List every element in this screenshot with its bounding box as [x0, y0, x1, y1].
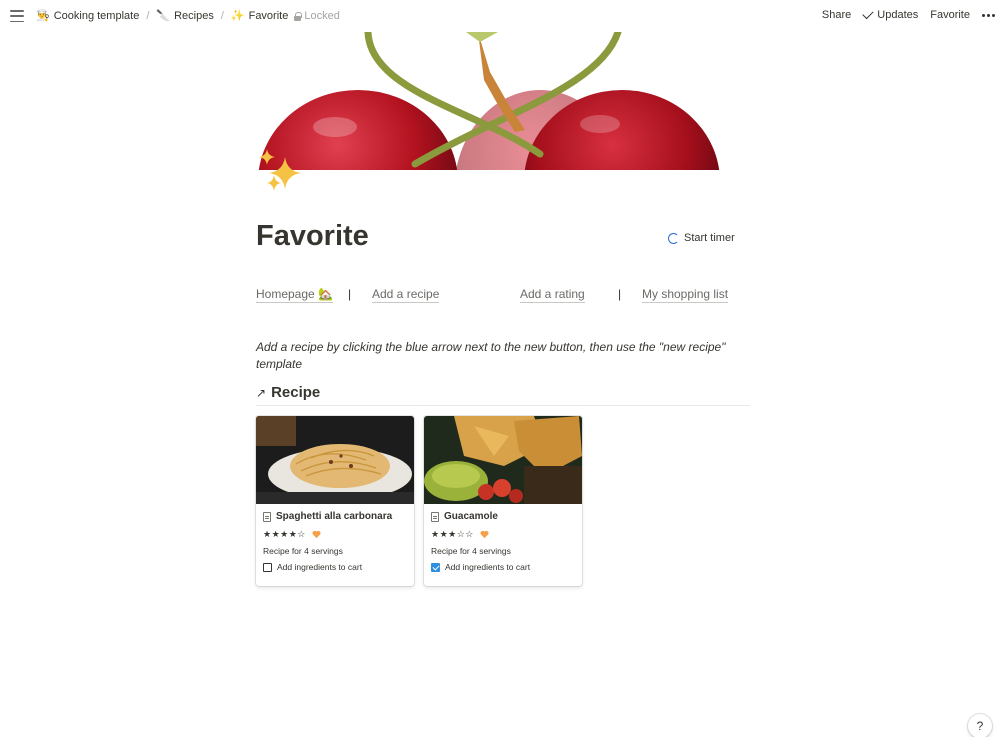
updates-label: Updates: [877, 9, 919, 21]
lock-icon: [294, 11, 303, 21]
cherries-illustration: [258, 32, 720, 170]
carbonara-image: [256, 416, 414, 504]
top-actions: Share Updates Favorite: [822, 7, 995, 21]
favorite-button[interactable]: Favorite: [930, 9, 970, 21]
breadcrumb-cooking-template[interactable]: 👨‍🍳 Cooking template: [36, 9, 140, 23]
guacamole-image: [424, 416, 582, 504]
cover-image: [240, 32, 750, 170]
locked-label: Locked: [304, 9, 340, 22]
heart-icon: [312, 530, 321, 539]
hint-text: Add a recipe by clicking the blue arrow …: [256, 340, 726, 371]
timer-icon: [668, 232, 679, 244]
homepage-link[interactable]: Homepage 🏡: [256, 287, 333, 303]
card-title: Guacamole: [431, 511, 575, 522]
add-to-cart-label: Add ingredients to cart: [277, 562, 363, 572]
recipe-card-guacamole[interactable]: Guacamole ★★★☆☆ Recipe for 4 servings Ad…: [424, 416, 582, 586]
recipe-card-carbonara[interactable]: Spaghetti alla carbonara ★★★★☆ Recipe fo…: [256, 416, 414, 586]
star-rating: ★★★★☆: [263, 529, 306, 539]
heart-icon: [480, 530, 489, 539]
card-title-label: Spaghetti alla carbonara: [276, 511, 393, 522]
add-rating-link[interactable]: Add a rating: [520, 287, 585, 303]
breadcrumb: 👨‍🍳 Cooking template / 🔪 Recipes / ✨ Fav…: [36, 9, 340, 23]
share-button[interactable]: Share: [822, 9, 851, 21]
add-to-cart-row: Add ingredients to cart: [263, 562, 407, 572]
nav-separator: |: [618, 287, 622, 301]
nav-separator: |: [348, 287, 352, 301]
add-to-cart-label: Add ingredients to cart: [445, 562, 531, 572]
breadcrumb-separator: /: [146, 9, 150, 22]
section-title: Recipe: [271, 384, 321, 401]
breadcrumb-recipes[interactable]: 🔪 Recipes: [156, 9, 214, 23]
servings-text: Recipe for 4 servings: [431, 546, 511, 556]
help-button[interactable]: ?: [968, 714, 992, 737]
knife-icon: 🔪: [156, 10, 171, 22]
breadcrumb-label: Favorite: [248, 9, 289, 22]
page-title: Favorite: [256, 220, 369, 252]
card-title: Spaghetti alla carbonara: [263, 511, 407, 522]
servings-text: Recipe for 4 servings: [263, 546, 343, 556]
breadcrumb-label: Recipes: [174, 9, 214, 22]
start-timer-button[interactable]: Start timer: [668, 232, 735, 244]
add-to-cart-checkbox[interactable]: [431, 562, 440, 572]
updates-button[interactable]: Updates: [862, 7, 919, 21]
sparkles-icon: ✨: [230, 10, 245, 22]
more-options-icon[interactable]: [982, 13, 995, 17]
sparkles-icon[interactable]: [255, 147, 307, 199]
breadcrumb-label: Cooking template: [53, 9, 140, 22]
check-icon: [862, 7, 874, 20]
card-title-label: Guacamole: [444, 511, 498, 522]
rating: ★★★★☆: [263, 529, 407, 540]
arrow-icon: ↗: [256, 385, 267, 400]
locked-indicator[interactable]: Locked: [294, 9, 340, 22]
document-icon: [431, 511, 439, 522]
top-bar: 👨‍🍳 Cooking template / 🔪 Recipes / ✨ Fav…: [0, 0, 1005, 32]
breadcrumb-favorite[interactable]: ✨ Favorite: [230, 9, 289, 23]
add-to-cart-row: Add ingredients to cart: [431, 562, 575, 572]
menu-icon[interactable]: [10, 10, 24, 22]
start-timer-label: Start timer: [684, 232, 735, 244]
shopping-list-link[interactable]: My shopping list: [642, 287, 729, 303]
add-recipe-link[interactable]: Add a recipe: [372, 287, 440, 303]
breadcrumb-separator: /: [220, 9, 224, 22]
chef-icon: 👨‍🍳: [36, 10, 50, 22]
rating: ★★★☆☆: [431, 529, 575, 540]
add-to-cart-checkbox[interactable]: [263, 562, 272, 572]
recipe-section-header[interactable]: ↗ Recipe: [256, 380, 750, 406]
star-rating: ★★★☆☆: [431, 529, 474, 539]
document-icon: [263, 511, 271, 522]
